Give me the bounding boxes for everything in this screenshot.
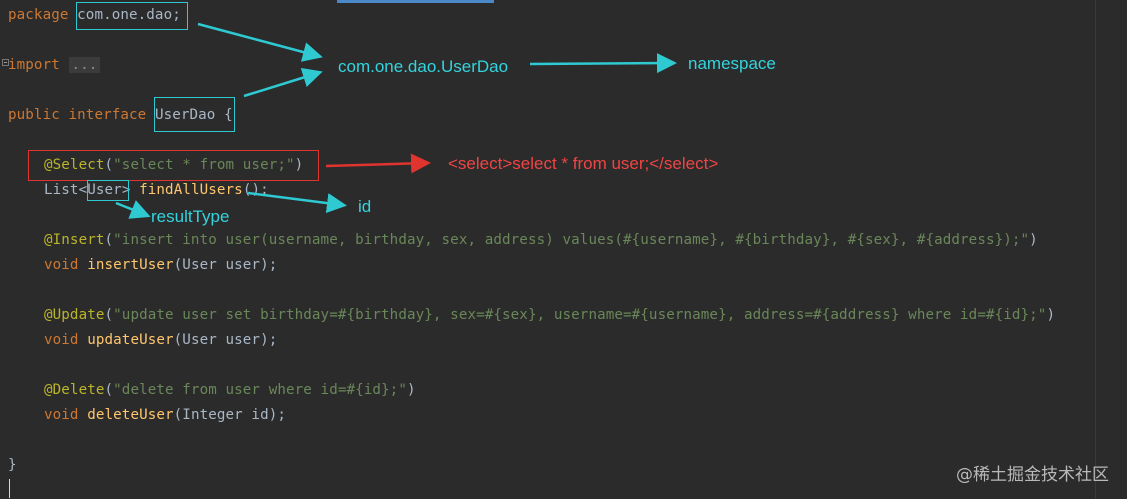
folded-imports[interactable]: ... xyxy=(68,57,101,73)
code-line-update-annotation: @Update("update user set birthday=#{birt… xyxy=(44,304,1055,326)
package-highlight-box xyxy=(76,2,188,30)
update-annotation: @Update xyxy=(44,307,105,323)
active-tab-indicator xyxy=(337,0,494,3)
keyword-public: public xyxy=(8,107,60,123)
arrow-to-namespace-label xyxy=(529,53,677,74)
code-line-close-brace: } xyxy=(8,454,17,476)
code-line-update-user: void updateUser(User user); xyxy=(44,329,277,351)
arrow-package-to-namespace xyxy=(197,22,323,62)
update-sql-string: "update user set birthday=#{birthday}, s… xyxy=(113,307,1047,323)
paren-open: ( xyxy=(104,307,114,323)
code-line-delete-annotation: @Delete("delete from user where id=#{id}… xyxy=(44,379,416,401)
paren-open: ( xyxy=(104,232,114,248)
keyword-interface: interface xyxy=(68,107,147,123)
result-type-label: resultType xyxy=(151,207,230,226)
select-xml-label: <select>select * from user;</select> xyxy=(448,154,719,173)
delete-annotation: @Delete xyxy=(44,382,105,398)
list-type: List xyxy=(44,182,79,198)
method-params: (User user); xyxy=(173,332,278,348)
arrow-interface-to-namespace xyxy=(243,67,323,98)
namespace-source-label: com.one.dao.UserDao xyxy=(338,57,509,76)
watermark: @稀土掘金技术社区 xyxy=(956,465,1109,485)
right-margin-guide xyxy=(1095,0,1096,499)
text-caret xyxy=(9,479,10,498)
paren-close: ) xyxy=(1046,307,1056,323)
close-brace: } xyxy=(8,457,17,473)
method-params: (User user); xyxy=(173,257,278,273)
code-line-find-all-users: List<User> findAllUsers(); xyxy=(44,179,269,201)
method-params: (Integer id); xyxy=(173,407,286,423)
code-line-delete-user: void deleteUser(Integer id); xyxy=(44,404,286,426)
keyword-package: package xyxy=(8,7,69,23)
code-line-insert-annotation: @Insert("insert into user(username, birt… xyxy=(44,229,1038,251)
interface-name-highlight-box xyxy=(154,97,235,132)
insert-sql-string: "insert into user(username, birthday, se… xyxy=(113,232,1030,248)
namespace-label: namespace xyxy=(688,54,776,73)
generic-user-highlight-box xyxy=(87,180,129,201)
generic-open: < xyxy=(78,182,88,198)
method-update-user: updateUser xyxy=(87,332,174,348)
select-annotation-highlight-box xyxy=(28,150,319,181)
keyword-void: void xyxy=(44,407,79,423)
keyword-void: void xyxy=(44,332,79,348)
method-find-all-users: findAllUsers xyxy=(139,182,243,198)
arrow-select-to-xml xyxy=(325,153,431,174)
arrow-user-to-result-type xyxy=(115,200,151,219)
keyword-import: import xyxy=(8,57,60,73)
keyword-void: void xyxy=(44,257,79,273)
delete-sql-string: "delete from user where id=#{id};" xyxy=(113,382,407,398)
paren-open: ( xyxy=(104,382,114,398)
id-label: id xyxy=(358,197,372,216)
method-params: (); xyxy=(242,182,269,198)
method-insert-user: insertUser xyxy=(87,257,174,273)
code-line-insert-user: void insertUser(User user); xyxy=(44,254,277,276)
code-line-import: import ... xyxy=(8,54,101,76)
method-delete-user: deleteUser xyxy=(87,407,174,423)
insert-annotation: @Insert xyxy=(44,232,105,248)
paren-close: ) xyxy=(1029,232,1038,248)
paren-close: ) xyxy=(406,382,416,398)
